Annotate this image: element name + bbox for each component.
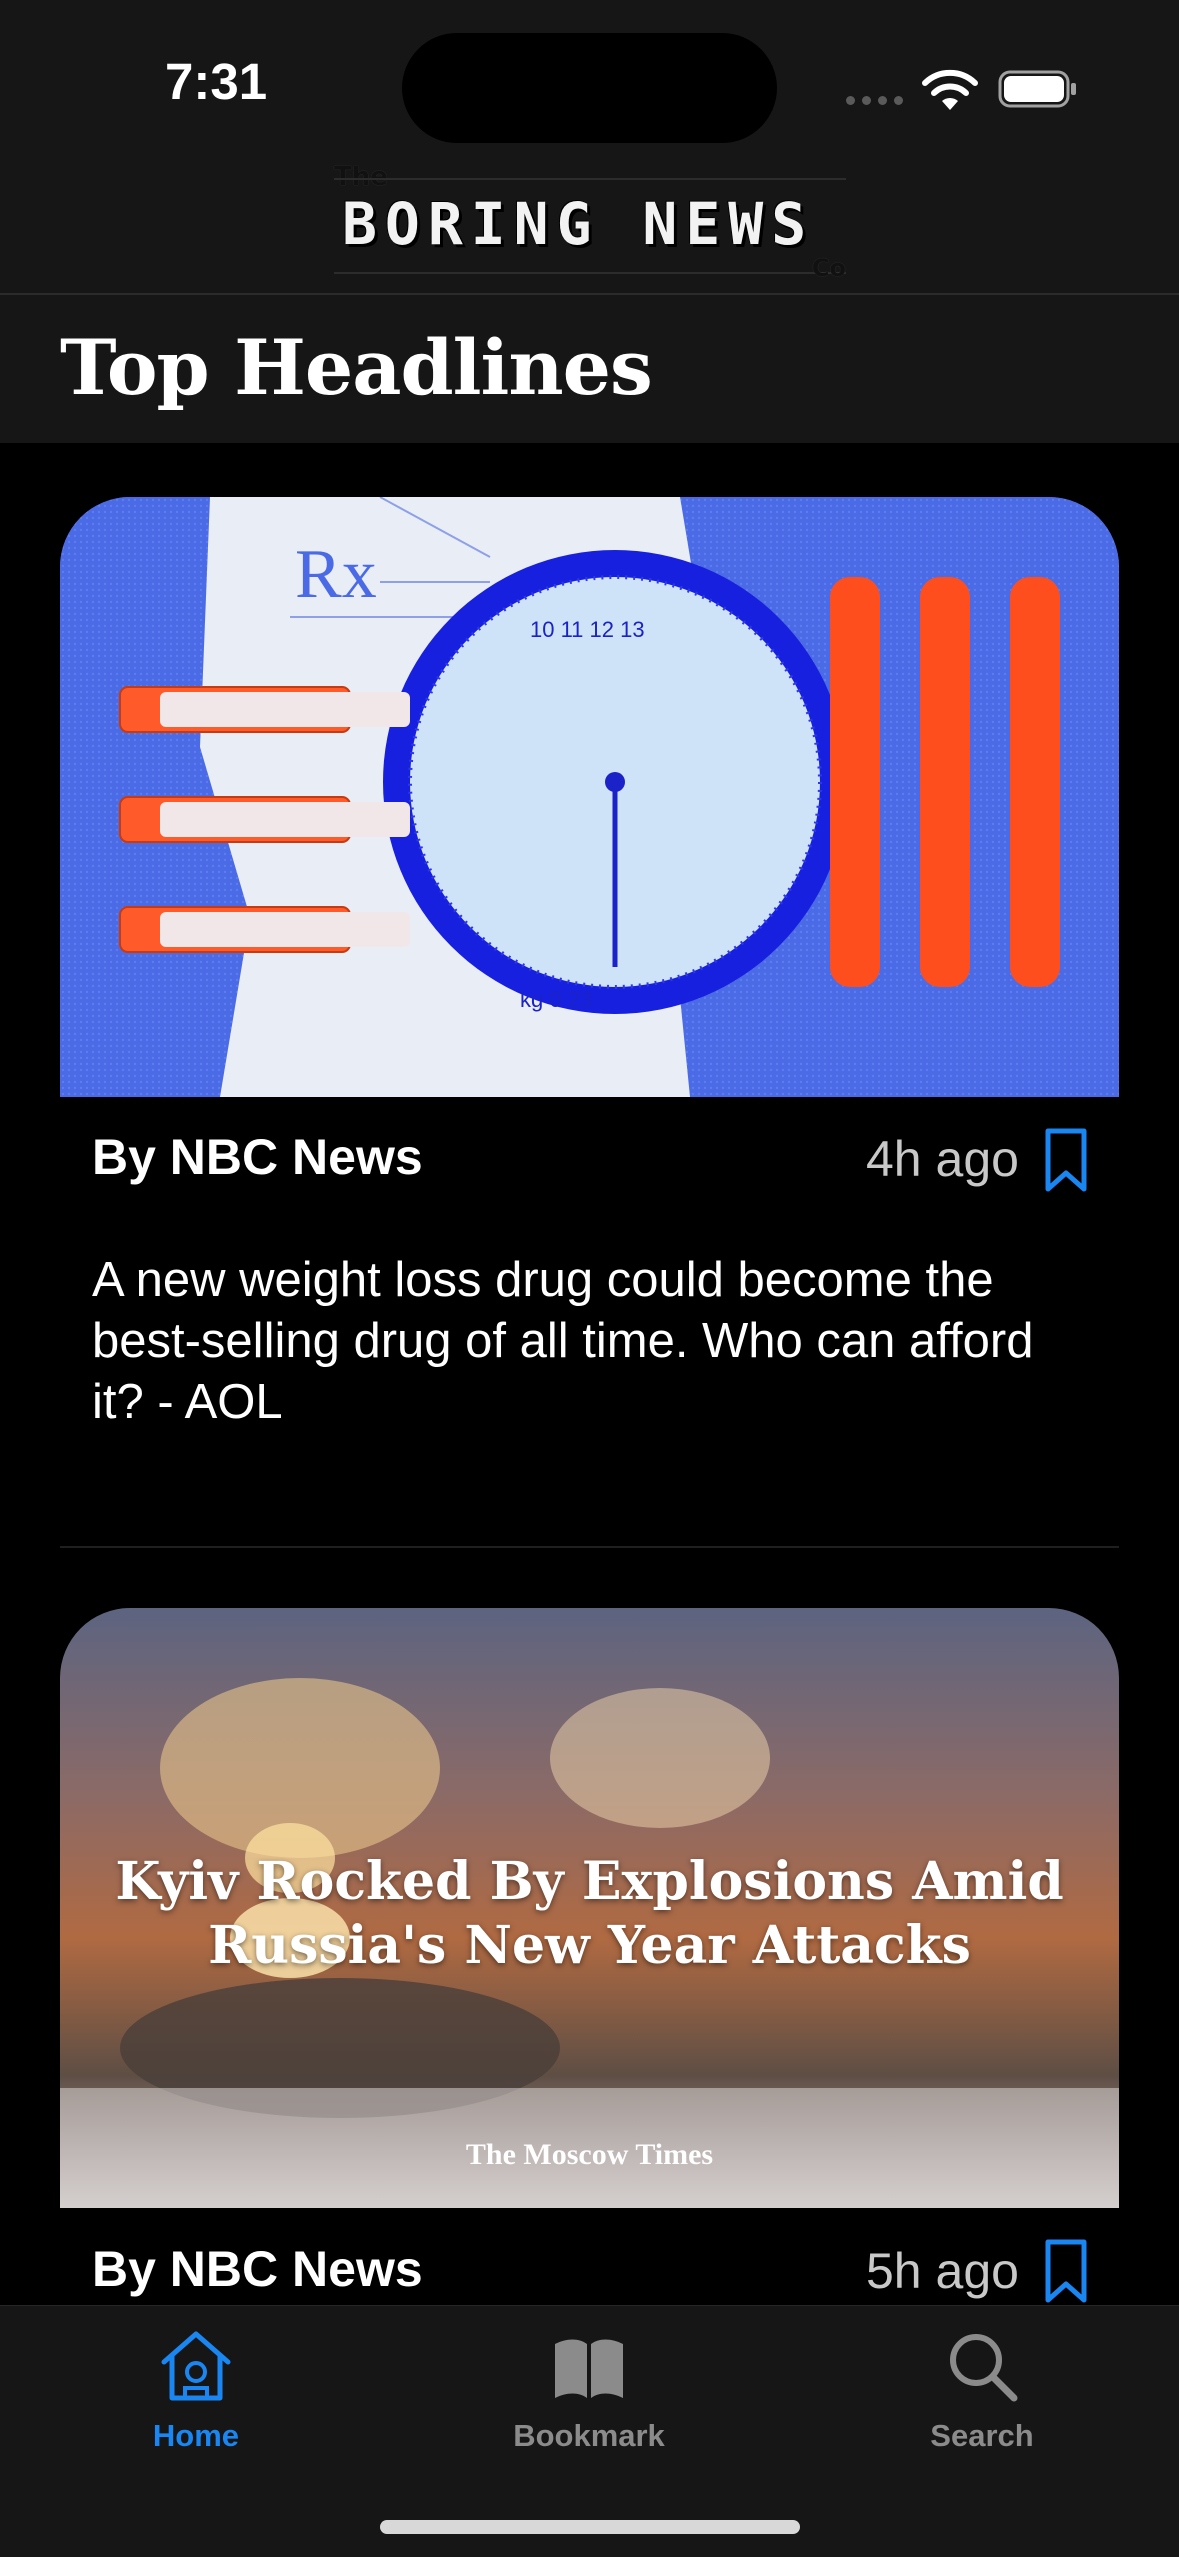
bookmark-icon[interactable]: [1044, 2238, 1088, 2306]
app-header: The BORING NEWS Co: [0, 160, 1179, 295]
title-bar: Top Headlines: [0, 295, 1179, 443]
tab-home[interactable]: Home: [46, 2306, 346, 2476]
wifi-icon: [922, 69, 978, 110]
article-time: 5h ago: [866, 2243, 1019, 2299]
svg-text:Rx: Rx: [295, 536, 377, 613]
weight-loss-drug-illustration: Rx 10 11 12 13 kg 0 23: [60, 497, 1119, 1097]
article-byline: By NBC News: [92, 1129, 423, 1185]
tab-search-label: Search: [930, 2418, 1034, 2453]
logo-the-text: The: [334, 162, 388, 192]
tab-bookmark-label: Bookmark: [513, 2418, 665, 2453]
article-image[interactable]: Rx 10 11 12 13 kg 0 23: [60, 497, 1119, 1097]
logo-co-text: Co: [811, 254, 846, 282]
logo-top-rule: [334, 178, 846, 180]
svg-text:kg 0 23: kg 0 23: [520, 987, 592, 1012]
bookmark-icon[interactable]: [1044, 1127, 1088, 1195]
search-icon: [950, 2334, 1018, 2402]
battery-icon: [998, 70, 1076, 108]
tab-bookmark[interactable]: Bookmark: [439, 2306, 739, 2476]
image-headline: Kyiv Rocked By Explosions Amid Russia's …: [115, 1851, 1064, 1976]
signal-dots-icon: [846, 96, 903, 105]
status-bar: 7:31: [0, 0, 1179, 160]
tab-home-label: Home: [152, 2418, 240, 2453]
home-indicator[interactable]: [380, 2520, 800, 2534]
image-source: The Moscow Times: [465, 2138, 714, 2171]
article-headline[interactable]: A new weight loss drug could become the …: [92, 1250, 1092, 1433]
status-time: 7:31: [165, 53, 268, 110]
article-time: 4h ago: [866, 1131, 1019, 1187]
article-image[interactable]: Kyiv Rocked By Explosions Amid Russia's …: [60, 1608, 1119, 2208]
article-divider: [60, 1546, 1119, 1548]
tab-search[interactable]: Search: [832, 2306, 1132, 2476]
dynamic-island: [402, 33, 777, 143]
logo-title: BORING NEWS: [342, 190, 815, 258]
svg-text:10 11 12 13: 10 11 12 13: [530, 617, 645, 642]
boring-news-logo: The BORING NEWS Co: [334, 160, 846, 290]
page-title: Top Headlines: [60, 323, 653, 412]
book-icon: [555, 2339, 623, 2398]
article-byline: By NBC News: [92, 2241, 423, 2297]
logo-bottom-rule: [334, 272, 846, 274]
home-icon: [161, 2331, 231, 2401]
